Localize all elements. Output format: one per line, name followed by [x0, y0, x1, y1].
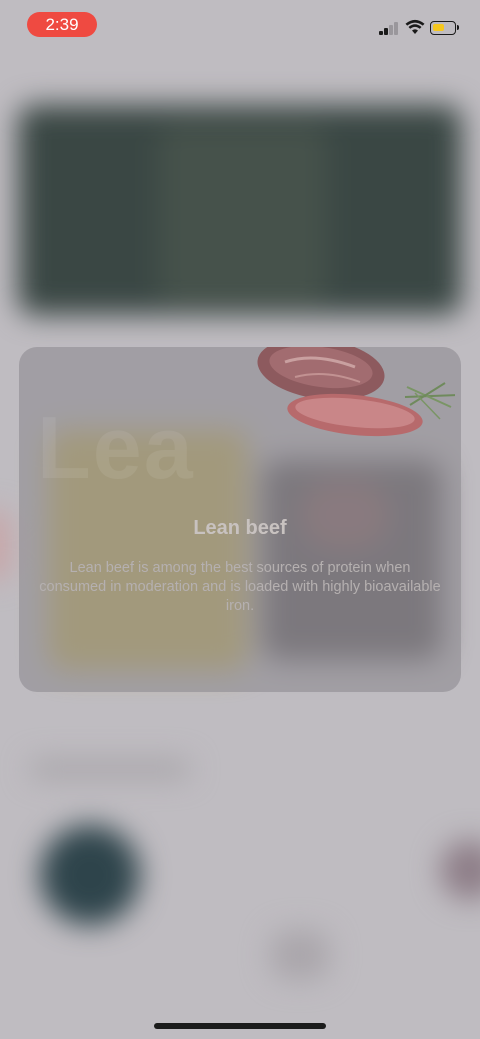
background-shape	[270, 930, 330, 980]
card-title: Lean beef	[193, 517, 287, 539]
card-watermark: Lea	[37, 398, 195, 497]
signal-icon	[379, 21, 400, 35]
lean-beef-image	[257, 347, 455, 437]
battery-icon	[430, 21, 459, 35]
background-hero-image	[18, 105, 462, 315]
status-time: 2:39	[27, 12, 97, 37]
home-indicator[interactable]	[154, 1023, 326, 1029]
info-card[interactable]: Lea Lean beef Lean beef is among the bes…	[19, 347, 461, 692]
background-shape	[0, 510, 10, 580]
status-bar: 2:39	[0, 0, 480, 50]
background-shape	[440, 840, 480, 900]
card-description: Lean beef is among the best sources of p…	[39, 560, 441, 614]
wifi-icon	[405, 19, 425, 34]
background-avatar-circle	[40, 825, 140, 925]
background-text-line	[30, 760, 190, 778]
